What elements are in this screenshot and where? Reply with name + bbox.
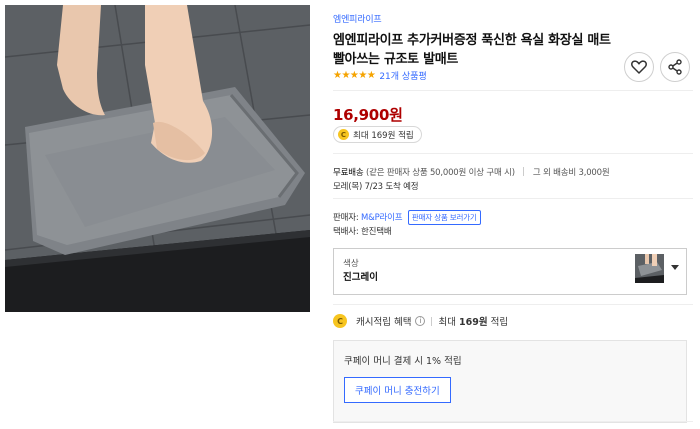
share-button[interactable] — [660, 52, 690, 82]
cash-max-suffix: 적립 — [490, 317, 509, 328]
product-photo — [5, 5, 310, 312]
option-selected-value: 진그레이 — [343, 272, 378, 283]
divider — [333, 90, 693, 91]
coupay-promo-box: 쿠페이 머니 결제 시 1% 적립 쿠페이 머니 충전하기 — [333, 340, 687, 423]
courier-label: 택배사: — [333, 227, 359, 237]
share-icon — [668, 59, 682, 75]
cash-reward-row: C 캐시적립 혜택 i 최대 169원 적립 — [333, 314, 508, 328]
seller-products-button[interactable]: 판매자 상품 보러가기 — [407, 210, 481, 225]
divider — [333, 421, 693, 422]
arrival-estimate: 모레(목) 7/23 도착 예정 — [333, 182, 419, 192]
free-shipping-condition: (같은 판매자 상품 50,000원 이상 구매 시) — [366, 168, 515, 178]
seller-label: 판매자: — [333, 213, 359, 223]
option-select[interactable]: 색상 진그레이 — [333, 248, 687, 295]
separator — [431, 316, 433, 326]
sale-price: 16,900원 — [333, 106, 403, 124]
review-count-link[interactable]: 21개 상품평 — [379, 69, 426, 82]
coupay-promo-text: 쿠페이 머니 결제 시 1% 적립 — [344, 356, 462, 367]
separator — [523, 167, 525, 176]
star-rating: ★★★★★ — [333, 70, 376, 81]
option-thumbnail — [635, 254, 664, 283]
other-shipping-fee: 그 외 배송비 3,000원 — [532, 168, 610, 178]
reward-badge: C 최대 169원 적립 — [333, 126, 422, 143]
divider — [333, 304, 693, 305]
option-label: 색상 — [343, 259, 359, 269]
free-shipping-label: 무료배송 — [333, 168, 364, 178]
product-info-panel: 엠엔피라이프 엠엔피라이프 추가커버증정 푹신한 욕실 화장실 매트 빨아쓰는 … — [333, 12, 693, 423]
courier-name: 한진택배 — [361, 227, 392, 237]
divider — [333, 153, 693, 154]
courier-row: 택배사: 한진택배 — [333, 225, 392, 237]
cash-max-prefix: 최대 — [438, 317, 456, 328]
rating-row[interactable]: ★★★★★ 21개 상품평 — [333, 69, 427, 82]
cash-reward-label: 캐시적립 혜택 — [356, 317, 412, 328]
info-icon[interactable]: i — [415, 316, 426, 326]
product-image — [5, 5, 310, 312]
product-title: 엠엔피라이프 추가커버증정 푹신한 욕실 화장실 매트 빨아쓰는 규조토 발매트 — [333, 33, 611, 67]
coin-icon: C — [338, 129, 349, 140]
chevron-down-icon — [671, 265, 679, 270]
cash-coin-icon: C — [333, 314, 347, 328]
wishlist-button[interactable] — [624, 52, 654, 82]
option-thumbnail-image — [635, 254, 664, 283]
coupay-charge-button[interactable]: 쿠페이 머니 충전하기 — [344, 377, 451, 403]
reward-text: 최대 169원 적립 — [353, 130, 414, 141]
divider — [333, 198, 693, 199]
brand-link[interactable]: 엠엔피라이프 — [333, 12, 693, 25]
shipping-info: 무료배송 (같은 판매자 상품 50,000원 이상 구매 시) 그 외 배송비… — [333, 166, 610, 178]
seller-name-link[interactable]: M&P라이프 — [361, 213, 403, 223]
cash-max-amount: 169원 — [458, 317, 488, 328]
heart-icon — [631, 60, 647, 74]
seller-row: 판매자: M&P라이프 판매자 상품 보러가기 — [333, 210, 481, 225]
